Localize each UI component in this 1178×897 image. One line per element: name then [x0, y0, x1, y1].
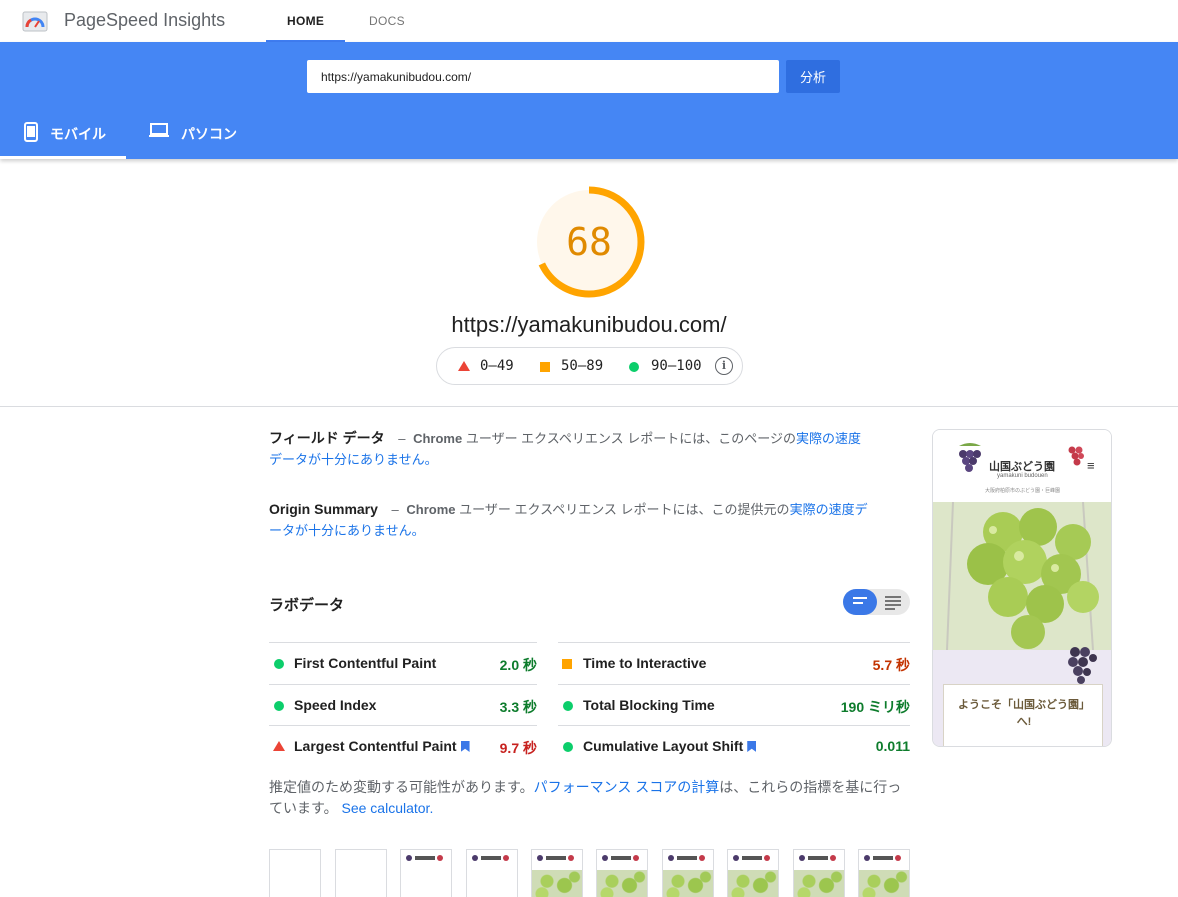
compact-view-button[interactable] [843, 589, 877, 615]
metric-value: 190 ミリ秒 [840, 699, 910, 715]
good-circle-icon [629, 362, 639, 372]
estimate-text: 推定値のため変動する可能性があります。 [269, 779, 534, 795]
filmstrip-frame [596, 849, 648, 897]
metric-name: Cumulative Layout Shift [583, 738, 757, 754]
tab-home[interactable]: HOME [287, 14, 324, 28]
top-bar: PageSpeed Insights HOME DOCS [0, 0, 1178, 42]
metric-row: Time to Interactive 5.7 秒 [558, 642, 910, 684]
metric-row: Largest Contentful Paint 9.7 秒 [269, 725, 537, 767]
tab-desktop-label: パソコン [181, 126, 237, 142]
metric-name: Total Blocking Time [583, 697, 715, 713]
metric-value: 5.7 秒 [872, 657, 910, 673]
metric-row: Cumulative Layout Shift 0.011 [558, 725, 910, 767]
metric-name: First Contentful Paint [294, 655, 437, 671]
see-calculator-link[interactable]: See calculator. [342, 800, 434, 816]
section-divider [0, 406, 1178, 407]
origin-summary-text: ユーザー エクスペリエンス レポートには、この提供元の [455, 502, 790, 517]
metric-value: 2.0 秒 [499, 657, 537, 673]
tab-mobile-label: モバイル [50, 126, 106, 142]
tab-docs[interactable]: DOCS [369, 14, 405, 28]
poor-triangle-icon [273, 741, 285, 751]
preview-welcome-text: ようこそ「山国ぶどう園」へ! [958, 699, 1090, 728]
tab-mobile-indicator [0, 156, 126, 159]
score-calculation-link[interactable]: パフォーマンス スコアの計算 [534, 779, 720, 795]
metric-name: Speed Index [294, 697, 377, 713]
preview-welcome-card: ようこそ「山国ぶどう園」へ! [943, 684, 1103, 746]
lab-data-title: ラボデータ [269, 597, 345, 614]
average-square-icon [562, 659, 572, 669]
filmstrip-frame [531, 849, 583, 897]
metric-value: 3.3 秒 [499, 699, 537, 715]
analyzed-url: https://yamakunibudou.com/ [451, 312, 727, 337]
filmstrip-frame [793, 849, 845, 897]
filmstrip-frame [727, 849, 779, 897]
preview-site-romaji: yamakuni budouen [997, 473, 1048, 479]
laptop-icon [149, 123, 169, 137]
good-circle-icon [563, 701, 573, 711]
good-circle-icon [274, 701, 284, 711]
red-grapes-icon [1068, 446, 1084, 466]
pagespeed-logo-icon[interactable] [22, 8, 48, 34]
metric-value: 9.7 秒 [499, 740, 537, 756]
filmstrip-frame [466, 849, 518, 897]
filmstrip-frame [858, 849, 910, 897]
filmstrip-frame [400, 849, 452, 897]
poor-triangle-icon [458, 361, 470, 371]
brand-title[interactable]: PageSpeed Insights [64, 10, 225, 31]
metric-row: Total Blocking Time 190 ミリ秒 [558, 684, 910, 726]
url-input[interactable] [307, 60, 779, 93]
origin-summary-section: Origin Summary – Chrome ユーザー エクスペリエンス レポ… [269, 499, 869, 541]
good-circle-icon [563, 742, 573, 752]
dark-grapes-icon [1068, 647, 1097, 684]
field-data-title: フィールド データ [269, 430, 385, 446]
performance-score: 68 [566, 220, 612, 264]
metric-value: 0.011 [875, 738, 910, 754]
metric-name: Largest Contentful Paint [294, 738, 470, 754]
filmstrip-frame [335, 849, 387, 897]
metric-name: Time to Interactive [583, 655, 707, 671]
average-square-icon [540, 362, 550, 372]
estimate-note: 推定値のため変動する可能性があります。パフォーマンス スコアの計算は、これらの指… [269, 777, 914, 819]
field-data-section: フィールド データ – Chrome ユーザー エクスペリエンス レポートには、… [269, 428, 869, 470]
legend-poor: 0–49 [480, 358, 514, 374]
tab-desktop[interactable]: パソコン [149, 123, 237, 159]
search-band: 分析 モバイル パソコン [0, 42, 1178, 159]
bookmark-icon[interactable] [747, 741, 757, 752]
filmstrip-frame [662, 849, 714, 897]
info-icon[interactable]: i [715, 357, 733, 375]
origin-summary-dash: – [391, 502, 399, 517]
preview-header: 山国ぶどう園 yamakuni budouen 大阪府柏原市のぶどう園・巨峰園 … [933, 430, 1111, 502]
metric-row: Speed Index 3.3 秒 [269, 684, 537, 726]
preview-tagline: 大阪府柏原市のぶどう園・巨峰園 [985, 488, 1061, 494]
preview-site-name: 山国ぶどう園 [989, 461, 1055, 473]
analyze-button[interactable]: 分析 [786, 60, 840, 93]
preview-welcome-area: ようこそ「山国ぶどう園」へ! [933, 647, 1111, 746]
field-data-text: ユーザー エクスペリエンス レポートには、このページの [462, 431, 796, 446]
bookmark-icon[interactable] [460, 741, 470, 752]
grapes-icon [959, 443, 981, 472]
field-data-chrome: Chrome [413, 431, 463, 446]
good-circle-icon [274, 659, 284, 669]
score-legend: 0–49 50–89 90–100 i [436, 347, 743, 385]
origin-summary-title: Origin Summary [269, 501, 378, 517]
origin-summary-chrome: Chrome [406, 502, 456, 517]
filmstrip-frame [269, 849, 321, 897]
metric-row: First Contentful Paint 2.0 秒 [269, 642, 537, 684]
legend-average: 50–89 [561, 358, 604, 374]
tab-mobile[interactable]: モバイル [24, 122, 106, 159]
metrics-view-toggle[interactable] [843, 589, 910, 615]
smartphone-icon [24, 122, 38, 142]
grape-bunch-image [933, 502, 1111, 650]
final-screenshot: 山国ぶどう園 yamakuni budouen 大阪府柏原市のぶどう園・巨峰園 … [932, 429, 1112, 747]
hamburger-menu-icon: ≡ [1087, 458, 1095, 473]
legend-good: 90–100 [651, 358, 702, 374]
preview-grape-photo [933, 502, 1111, 650]
field-data-dash: – [398, 431, 406, 446]
